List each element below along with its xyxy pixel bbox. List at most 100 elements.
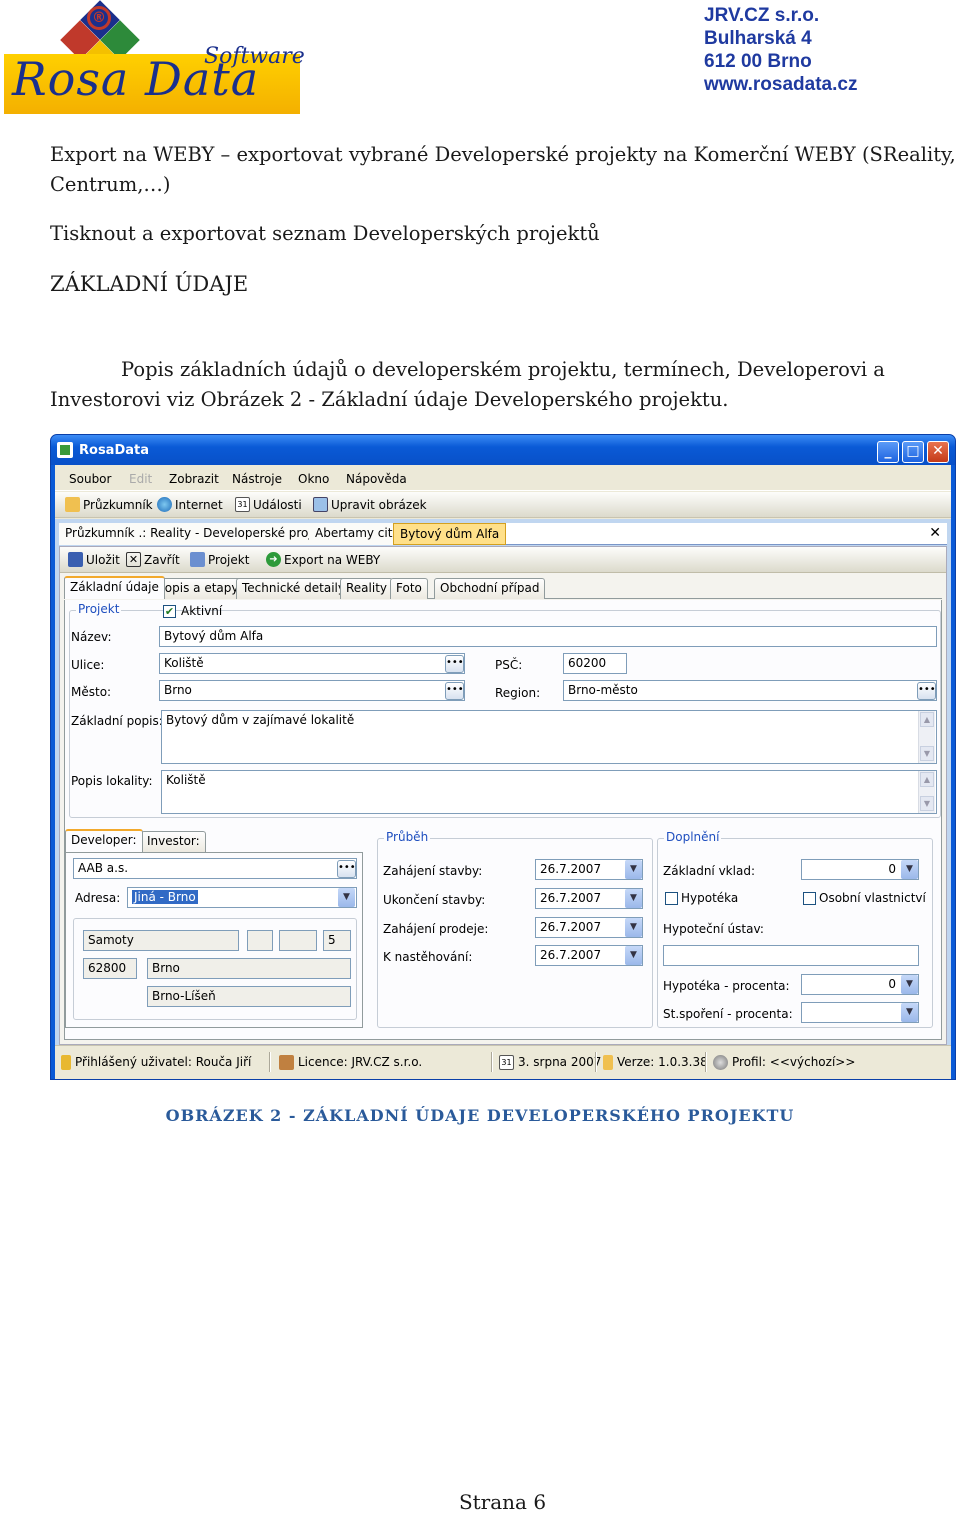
hypoteka-procenta-dropdown-icon[interactable]: ▼ <box>901 975 918 994</box>
document-toolbar: Uložit ✕ Zavřít Projekt ➜ Export na WEBY <box>60 547 946 573</box>
close-tab-icon[interactable]: ✕ <box>929 525 941 541</box>
company-web[interactable]: www.rosadata.cz <box>704 73 857 96</box>
popis-lokality-textarea[interactable]: Koliště <box>161 770 937 814</box>
aktivni-checkbox[interactable]: ✔ <box>163 605 176 618</box>
app-window: RosaData _ □ ✕ Soubor Edit Zobrazit Nást… <box>50 434 956 1080</box>
title-bar: RosaData _ □ ✕ <box>51 435 955 465</box>
prubeh-legend: Průběh <box>384 830 431 844</box>
zakladni-udaje-panel: Projekt ✔ Aktivní Název: Bytový dům Alfa… <box>64 600 942 1040</box>
street-field[interactable]: Samoty <box>83 930 239 951</box>
house-icon <box>279 1054 294 1070</box>
ulice-picker-button[interactable]: ••• <box>445 655 464 673</box>
toolbar-internet[interactable]: Internet <box>157 497 223 512</box>
zip-field[interactable]: 62800 <box>83 958 137 979</box>
psc-field[interactable]: 60200 <box>563 653 627 674</box>
toolbar-upravit-label: Upravit obrázek <box>331 497 427 512</box>
maximize-button[interactable]: □ <box>902 441 924 463</box>
tab-abertamy-city[interactable]: Abertamy city <box>309 523 407 545</box>
adresa-selected-value: Jiná - Brno <box>132 890 198 904</box>
status-bar: Přihlášený uživatel: Rouča Jiří Licence:… <box>55 1045 951 1079</box>
stavebni-sporeni-label: St.spoření - procenta: <box>663 1007 793 1021</box>
tab-investor[interactable]: Investor: <box>141 831 206 852</box>
tab-bytovy-dum-alfa[interactable]: Bytový dům Alfa <box>393 523 507 545</box>
menu-nastroje[interactable]: Nástroje <box>232 472 282 486</box>
tab-obchodni-pripad[interactable]: Obchodní případ <box>434 578 546 599</box>
ulice-field[interactable]: Koliště <box>159 653 465 674</box>
street-extra-2[interactable] <box>279 930 317 951</box>
zakladni-popis-textarea[interactable]: Bytový dům v zajímavé lokalitě <box>161 710 937 764</box>
scroll-down-icon[interactable]: ▼ <box>920 796 934 811</box>
toolbar-pruzkumnik[interactable]: Průzkumník <box>65 497 153 512</box>
close-icon: ✕ <box>126 552 141 567</box>
adresa-dropdown-icon[interactable]: ▼ <box>338 888 355 907</box>
osobni-vlastnictvi-checkbox[interactable] <box>803 892 816 905</box>
k-nastehovani-label: K nastěhování: <box>383 950 473 964</box>
house-number-field[interactable]: 5 <box>323 930 351 951</box>
tab-reality[interactable]: Reality <box>340 578 394 599</box>
hypoteka-checkbox[interactable] <box>665 892 678 905</box>
region-picker-button[interactable]: ••• <box>917 682 936 700</box>
save-button[interactable]: Uložit <box>68 552 120 567</box>
zakladni-popis-scrollbar[interactable]: ▲ ▼ <box>918 711 935 763</box>
status-version: Verze: 1.0.3.38 <box>599 1052 712 1072</box>
mesto-picker-button[interactable]: ••• <box>445 682 464 700</box>
ukonceni-stavby-dropdown-icon[interactable]: ▼ <box>625 889 642 908</box>
calendar-icon: 31 <box>499 1054 514 1070</box>
window-title: RosaData <box>79 443 150 458</box>
globe-icon <box>157 497 172 512</box>
zahajeni-prodeje-label: Zahájení prodeje: <box>383 922 489 936</box>
nazev-field[interactable]: Bytový dům Alfa <box>159 626 937 647</box>
export-weby-button[interactable]: ➜ Export na WEBY <box>266 552 380 567</box>
menu-okno[interactable]: Okno <box>298 472 329 486</box>
export-paragraph: Export na WEBY – exportovat vybrané Deve… <box>50 140 956 200</box>
zahajeni-stavby-dropdown-icon[interactable]: ▼ <box>625 860 642 879</box>
menu-soubor[interactable]: Soubor <box>69 472 111 486</box>
street-extra-1[interactable] <box>247 930 273 951</box>
region-field[interactable]: Brno-město <box>563 680 937 701</box>
close-window-button[interactable]: ✕ <box>927 441 949 463</box>
status-user-text: Přihlášený uživatel: Rouča Jiří <box>75 1055 252 1069</box>
mdi-area: Průzkumník .: Reality - Developerské pro… <box>55 519 951 1045</box>
document-tabs: Průzkumník .: Reality - Developerské pro… <box>59 523 947 545</box>
zahajeni-prodeje-dropdown-icon[interactable]: ▼ <box>625 918 642 937</box>
toolbar-upravit-obrazek[interactable]: Upravit obrázek <box>313 497 427 512</box>
tab-foto[interactable]: Foto <box>390 578 428 599</box>
projekt-button[interactable]: Projekt <box>190 552 249 567</box>
popis-lokality-scrollbar[interactable]: ▲ ▼ <box>918 771 935 813</box>
mesto-field[interactable]: Brno <box>159 680 465 701</box>
toolbar-udalosti[interactable]: 31 Události <box>235 497 302 512</box>
close-doc-button[interactable]: ✕ Zavřít <box>126 552 180 567</box>
menu-napoveda[interactable]: Nápověda <box>346 472 407 486</box>
rosadata-logo: ® Rosa Data Software <box>4 0 305 114</box>
logo-sub-text: Software <box>204 44 305 69</box>
projekt-label: Projekt <box>208 552 250 567</box>
hypotecni-ustav-field[interactable] <box>663 945 919 966</box>
minimize-button[interactable]: _ <box>877 441 899 463</box>
tab-pruzkumnik[interactable]: Průzkumník .: Reality - Developerské pro… <box>59 523 345 545</box>
scroll-up-icon[interactable]: ▲ <box>920 712 934 727</box>
projekt-icon <box>190 552 205 567</box>
tab-zakladni-udaje[interactable]: Základní údaje <box>64 576 165 599</box>
scroll-up-icon[interactable]: ▲ <box>920 772 934 787</box>
menu-zobrazit[interactable]: Zobrazit <box>169 472 219 486</box>
district-field[interactable]: Brno-Líšeň <box>147 986 351 1007</box>
adresa-select[interactable]: Jiná - Brno <box>127 887 357 908</box>
menu-edit[interactable]: Edit <box>129 472 152 486</box>
k-nastehovani-dropdown-icon[interactable]: ▼ <box>625 946 642 965</box>
hypoteka-label: Hypotéka <box>681 891 739 905</box>
tab-developer[interactable]: Developer: <box>65 829 143 852</box>
ulice-label: Ulice: <box>71 658 105 672</box>
city-field[interactable]: Brno <box>147 958 351 979</box>
company-street: Bulharská 4 <box>704 28 812 49</box>
status-profile[interactable]: Profil: <<výchozí>> <box>709 1052 859 1072</box>
zakladni-vklad-dropdown-icon[interactable]: ▼ <box>901 860 918 879</box>
osobni-vlastnictvi-label: Osobní vlastnictví <box>819 891 926 905</box>
developer-name-field[interactable]: AAB a.s. <box>73 858 357 879</box>
tab-technicke-detaily[interactable]: Technické detaily <box>236 578 351 599</box>
popis-lokality-label: Popis lokality: <box>71 774 153 788</box>
hypotecni-ustav-label: Hypoteční ústav: <box>663 922 764 936</box>
tab-popis-a-etapy[interactable]: Popis a etapy <box>152 578 245 599</box>
stavebni-sporeni-dropdown-icon[interactable]: ▼ <box>901 1003 918 1022</box>
scroll-down-icon[interactable]: ▼ <box>920 746 934 761</box>
developer-picker-button[interactable]: ••• <box>337 860 356 878</box>
